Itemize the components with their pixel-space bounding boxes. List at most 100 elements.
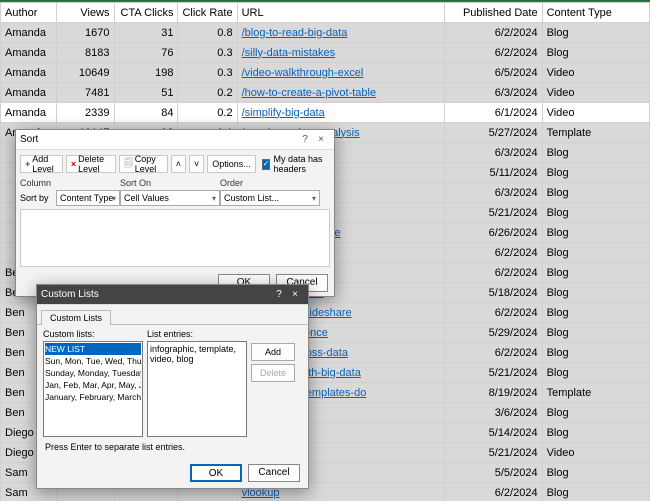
cell[interactable]: Amanda bbox=[1, 23, 57, 43]
cell[interactable]: Blog bbox=[542, 403, 649, 423]
cell[interactable]: 6/1/2024 bbox=[444, 103, 542, 123]
cell[interactable]: 6/3/2024 bbox=[444, 83, 542, 103]
headers-checkbox[interactable]: ✓ My data has headers bbox=[262, 154, 330, 174]
table-row[interactable]: Amanda8183760.3/silly-data-mistakes6/2/2… bbox=[1, 43, 650, 63]
url-link[interactable]: /video-walkthrough-excel bbox=[242, 67, 364, 79]
cell[interactable]: Blog bbox=[542, 183, 649, 203]
sort-column-select[interactable]: Content Type bbox=[56, 190, 120, 206]
cell[interactable]: Blog bbox=[542, 363, 649, 383]
cell[interactable]: 0.2 bbox=[178, 83, 237, 103]
table-row[interactable]: Amanda106491980.3/video-walkthrough-exce… bbox=[1, 63, 650, 83]
cell[interactable]: Blog bbox=[542, 263, 649, 283]
cell[interactable]: 5/18/2024 bbox=[444, 283, 542, 303]
cell[interactable]: 8183 bbox=[56, 43, 114, 63]
header-author[interactable]: Author bbox=[1, 3, 57, 23]
cell[interactable]: Blog bbox=[542, 163, 649, 183]
table-row[interactable]: Amanda7481510.2/how-to-create-a-pivot-ta… bbox=[1, 83, 650, 103]
cell[interactable]: Template bbox=[542, 383, 649, 403]
sort-order-select[interactable]: Custom List... bbox=[220, 190, 320, 206]
cell[interactable]: Blog bbox=[542, 143, 649, 163]
cell[interactable]: Amanda bbox=[1, 43, 57, 63]
cell[interactable]: 6/3/2024 bbox=[444, 143, 542, 163]
close-icon[interactable]: × bbox=[312, 134, 330, 145]
cell[interactable]: 6/2/2024 bbox=[444, 263, 542, 283]
cell[interactable]: 0.8 bbox=[178, 23, 237, 43]
cl-ok-button[interactable]: OK bbox=[190, 464, 242, 482]
sort-on-select[interactable]: Cell Values bbox=[120, 190, 220, 206]
cell[interactable]: 0.3 bbox=[178, 63, 237, 83]
url-link[interactable]: /silly-data-mistakes bbox=[242, 47, 336, 59]
help-icon[interactable]: ? bbox=[272, 289, 286, 300]
cell[interactable]: Video bbox=[542, 83, 649, 103]
cell[interactable]: Blog bbox=[542, 483, 649, 501]
add-button[interactable]: Add bbox=[251, 343, 295, 361]
cell[interactable]: Blog bbox=[542, 303, 649, 323]
cell[interactable]: 0.3 bbox=[178, 43, 237, 63]
cell[interactable]: 84 bbox=[114, 103, 178, 123]
cell[interactable]: Blog bbox=[542, 43, 649, 63]
cell[interactable]: 6/26/2024 bbox=[444, 223, 542, 243]
cell[interactable]: 5/5/2024 bbox=[444, 463, 542, 483]
cell[interactable]: 0.2 bbox=[178, 103, 237, 123]
cell[interactable]: Video bbox=[542, 63, 649, 83]
cell[interactable]: Blog bbox=[542, 283, 649, 303]
cell[interactable]: 31 bbox=[114, 23, 178, 43]
cell[interactable]: /simplify-big-data bbox=[237, 103, 444, 123]
url-link[interactable]: /how-to-create-a-pivot-table bbox=[242, 87, 377, 99]
cell[interactable]: 5/21/2024 bbox=[444, 443, 542, 463]
cell[interactable]: 8/19/2024 bbox=[444, 383, 542, 403]
cell[interactable]: Blog bbox=[542, 23, 649, 43]
sort-titlebar[interactable]: Sort ? × bbox=[16, 130, 334, 150]
cell[interactable]: Blog bbox=[542, 463, 649, 483]
move-up-button[interactable]: ˄ bbox=[171, 155, 186, 173]
list-item[interactable]: Sun, Mon, Tue, Wed, Thu, Fri, bbox=[45, 355, 141, 367]
cell[interactable]: 5/21/2024 bbox=[444, 203, 542, 223]
cell[interactable]: Video bbox=[542, 443, 649, 463]
cell[interactable]: 51 bbox=[114, 83, 178, 103]
cl-cancel-button[interactable]: Cancel bbox=[248, 464, 300, 482]
delete-level-button[interactable]: ×Delete Level bbox=[66, 155, 116, 173]
cell[interactable]: 5/11/2024 bbox=[444, 163, 542, 183]
cell[interactable]: Blog bbox=[542, 423, 649, 443]
header-date[interactable]: Published Date bbox=[444, 3, 542, 23]
cell[interactable]: Blog bbox=[542, 243, 649, 263]
table-row[interactable]: Amanda2339840.2/simplify-big-data6/1/202… bbox=[1, 103, 650, 123]
cell[interactable]: Blog bbox=[542, 223, 649, 243]
cell[interactable]: 6/2/2024 bbox=[444, 243, 542, 263]
list-item[interactable]: Sunday, Monday, Tuesday, We bbox=[45, 367, 141, 379]
cell[interactable]: 5/21/2024 bbox=[444, 363, 542, 383]
cell[interactable]: 6/5/2024 bbox=[444, 63, 542, 83]
cell[interactable]: 5/14/2024 bbox=[444, 423, 542, 443]
cell[interactable]: 5/29/2024 bbox=[444, 323, 542, 343]
cell[interactable]: Template bbox=[542, 123, 649, 143]
list-item[interactable]: Jan, Feb, Mar, Apr, May, Jun, J bbox=[45, 379, 141, 391]
url-link[interactable]: /blog-to-read-big-data bbox=[242, 27, 348, 39]
header-cta[interactable]: CTA Clicks bbox=[114, 3, 178, 23]
cell[interactable]: 2339 bbox=[56, 103, 114, 123]
close-icon[interactable]: × bbox=[286, 289, 304, 300]
cell[interactable]: 6/2/2024 bbox=[444, 23, 542, 43]
cell[interactable]: 10649 bbox=[56, 63, 114, 83]
cell[interactable]: 5/27/2024 bbox=[444, 123, 542, 143]
list-item[interactable]: NEW LIST bbox=[45, 343, 141, 355]
cell[interactable]: Amanda bbox=[1, 63, 57, 83]
cell[interactable]: Blog bbox=[542, 323, 649, 343]
cell[interactable]: /blog-to-read-big-data bbox=[237, 23, 444, 43]
url-link[interactable]: /simplify-big-data bbox=[242, 107, 325, 119]
cell[interactable]: 7481 bbox=[56, 83, 114, 103]
cell[interactable]: 6/3/2024 bbox=[444, 183, 542, 203]
options-button[interactable]: Options... bbox=[207, 155, 256, 173]
cell[interactable]: /video-walkthrough-excel bbox=[237, 63, 444, 83]
header-rate[interactable]: Click Rate bbox=[178, 3, 237, 23]
cell[interactable]: Amanda bbox=[1, 83, 57, 103]
cell[interactable]: Blog bbox=[542, 203, 649, 223]
sort-levels-area[interactable] bbox=[20, 209, 330, 267]
help-icon[interactable]: ? bbox=[298, 134, 312, 145]
add-level-button[interactable]: +Add Level bbox=[20, 155, 63, 173]
cell[interactable]: /silly-data-mistakes bbox=[237, 43, 444, 63]
cell[interactable]: /how-to-create-a-pivot-table bbox=[237, 83, 444, 103]
cell[interactable]: 198 bbox=[114, 63, 178, 83]
cell[interactable]: Blog bbox=[542, 343, 649, 363]
cell[interactable]: 6/2/2024 bbox=[444, 43, 542, 63]
cell[interactable]: Video bbox=[542, 103, 649, 123]
